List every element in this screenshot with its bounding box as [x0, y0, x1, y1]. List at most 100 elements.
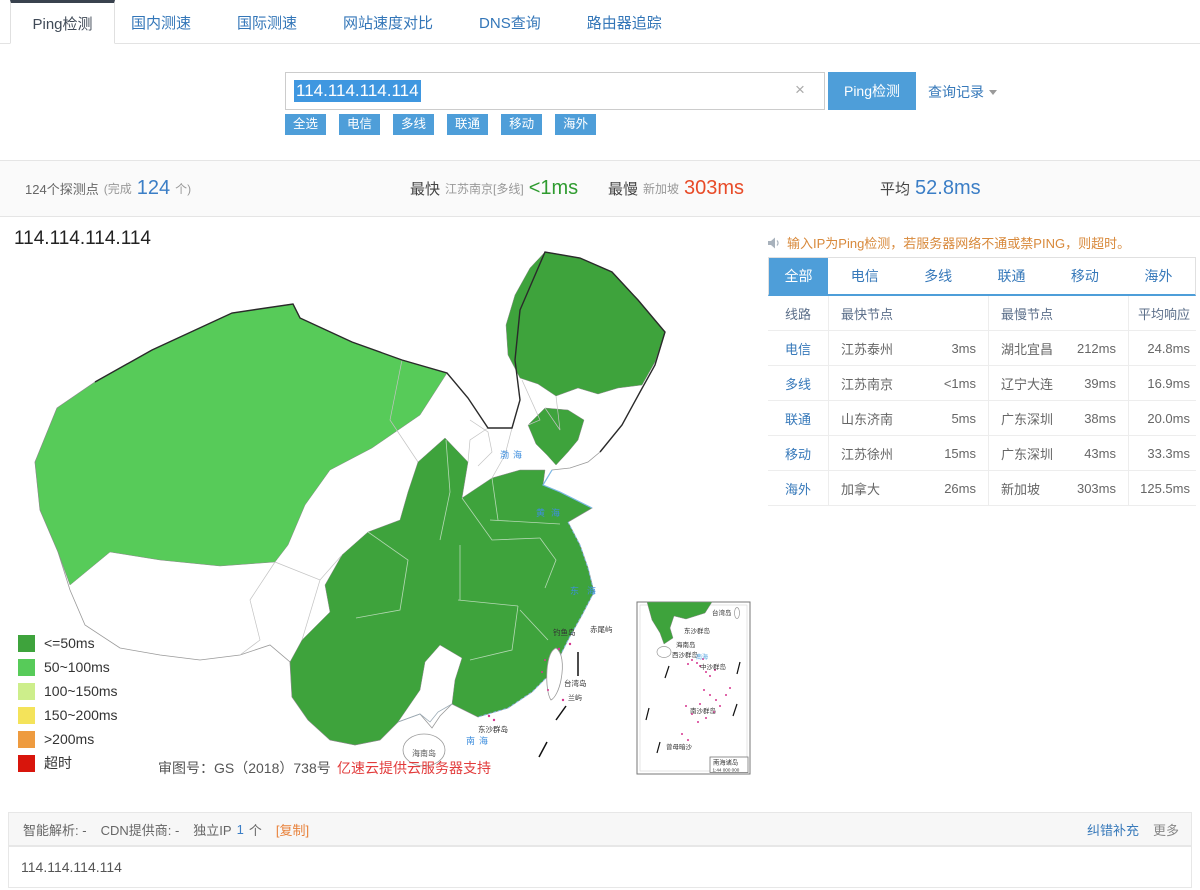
cell-slow-ms: 39ms: [1084, 375, 1116, 391]
top-tab-bar: Ping检测 国内测速 国际测速 网站速度对比 DNS查询 路由器追踪: [0, 0, 1200, 44]
table-header-row: 线路 最快节点 最慢节点 平均响应: [768, 296, 1196, 331]
fastest-node: 江苏南京[多线]: [445, 182, 524, 196]
cell-slow-node: 湖北宜昌: [1001, 341, 1054, 357]
inset-scale: 1:44 000 000: [713, 768, 740, 773]
legend-label: 150~200ms: [44, 707, 118, 723]
table-row: 多线 江苏南京 <1ms 辽宁大连 39ms 16.9ms: [768, 366, 1196, 401]
more-link[interactable]: 更多: [1153, 820, 1179, 839]
legend-swatch: [18, 658, 35, 676]
latency-legend: <=50ms 50~100ms 100~150ms 150~200ms >200…: [18, 631, 118, 775]
legend-swatch: [18, 706, 35, 724]
query-history-dropdown[interactable]: 查询记录: [928, 82, 997, 102]
tab-domestic-speed[interactable]: 国内测速: [131, 12, 191, 33]
table-row: 联通 山东济南 5ms 广东深圳 38ms 20.0ms: [768, 401, 1196, 436]
inset-label-hainan: 海南岛: [676, 640, 696, 649]
inset-label-zengmu: 曾母暗沙: [666, 742, 693, 751]
result-tab-mobile[interactable]: 移动: [1048, 258, 1121, 294]
ping-tool-page: Ping检测 国内测速 国际测速 网站速度对比 DNS查询 路由器追踪 114.…: [0, 0, 1200, 890]
filter-select-all[interactable]: 全选: [285, 114, 327, 135]
tab-international-speed[interactable]: 国际测速: [237, 12, 297, 33]
filter-overseas[interactable]: 海外: [555, 114, 597, 135]
region-heilongjiang: [505, 251, 666, 397]
done-prefix: (完成: [103, 182, 132, 196]
cell-slow-ms: 43ms: [1084, 445, 1116, 461]
legend-swatch: [18, 634, 35, 652]
resolved-ip-value: 114.114.114.114: [21, 859, 122, 875]
inset-label-xisha: 西沙群岛: [672, 650, 698, 659]
result-tab-unicom[interactable]: 联通: [975, 258, 1048, 294]
col-header-slowest-label: 最慢节点: [1001, 306, 1054, 322]
cell-line: 电信: [768, 331, 829, 365]
independent-ip-unit: 个: [248, 822, 262, 838]
speaker-icon: [768, 237, 779, 248]
result-tab-all[interactable]: 全部: [769, 258, 828, 294]
col-header-avg: 平均响应: [1137, 306, 1190, 322]
col-header-fastest: 最快节点: [829, 296, 989, 330]
cell-fast-ms: 26ms: [944, 480, 976, 496]
legend-swatch: [18, 730, 35, 748]
slowest-stat: 最慢 新加坡 303ms: [608, 161, 744, 216]
cell-fast-ms: 15ms: [944, 445, 976, 461]
smart-resolve-label: 智能解析: -: [23, 822, 87, 838]
tab-dns-query[interactable]: DNS查询: [479, 12, 541, 33]
label-lanyu: 兰屿: [568, 693, 582, 702]
legend-item: 超时: [18, 751, 118, 775]
summary-stats-bar: 124个探测点 (完成 124 个) 最快 江苏南京[多线] <1ms 最慢 新…: [0, 160, 1200, 217]
tab-ping-test-label: Ping检测: [32, 15, 93, 33]
legend-swatch: [18, 682, 35, 700]
top-tabs: 国内测速 国际测速 网站速度对比 DNS查询 路由器追踪: [131, 0, 662, 44]
map-sponsor-link[interactable]: 亿速云提供云服务器支持: [337, 758, 491, 778]
ping-test-button-label: Ping检测: [843, 83, 901, 99]
legend-label: 100~150ms: [44, 683, 118, 699]
cell-slow-node: 广东深圳: [1001, 446, 1054, 462]
cell-fast-node: 江苏南京: [841, 376, 894, 392]
filter-telecom[interactable]: 电信: [339, 114, 381, 135]
average-stat: 平均 52.8ms: [880, 161, 981, 216]
filter-multiline[interactable]: 多线: [393, 114, 435, 135]
cell-avg: 24.8ms: [1147, 340, 1190, 356]
legend-label: 50~100ms: [44, 659, 110, 675]
inset-label-taiwan: 台湾岛: [712, 608, 732, 617]
cell-slow-ms: 212ms: [1076, 340, 1116, 356]
ping-test-button[interactable]: Ping检测: [828, 72, 916, 110]
result-tab-telecom[interactable]: 电信: [828, 258, 901, 294]
filter-unicom[interactable]: 联通: [447, 114, 489, 135]
cell-fast-ms: 5ms: [951, 410, 976, 426]
fastest-label: 最快: [410, 181, 441, 198]
tab-site-speed-compare[interactable]: 网站速度对比: [343, 12, 433, 33]
correction-link[interactable]: 纠错补充: [1087, 820, 1139, 839]
copy-link[interactable]: [复制]: [276, 820, 309, 839]
query-history-label: 查询记录: [928, 84, 984, 100]
legend-item: 150~200ms: [18, 703, 118, 727]
ping-target-input[interactable]: 114.114.114.114: [285, 72, 825, 110]
resolve-info-bar: 智能解析: - CDN提供商: - 独立IP 1 个 [复制] 纠错补充 更多: [8, 812, 1192, 846]
caret-down-icon: [989, 89, 997, 95]
fastest-value: <1ms: [528, 177, 579, 199]
line-filter-chips: 全选 电信 多线 联通 移动 海外: [285, 114, 597, 135]
tab-ping-test[interactable]: Ping检测: [10, 0, 115, 44]
sea-label-southsea: 南海: [466, 735, 492, 746]
cell-avg: 33.3ms: [1147, 445, 1190, 461]
cell-fast-node: 加拿大: [841, 481, 881, 497]
legend-label: <=50ms: [44, 635, 95, 651]
clear-icon[interactable]: ×: [795, 80, 805, 100]
independent-ip-count: 1: [236, 821, 244, 837]
independent-ip-label: 独立IP: [193, 822, 232, 838]
cdn-provider-label: CDN提供商: -: [100, 822, 180, 838]
result-tab-overseas[interactable]: 海外: [1122, 258, 1195, 294]
cell-avg: 125.5ms: [1140, 480, 1190, 496]
cell-slow-ms: 303ms: [1076, 480, 1116, 496]
inset-label-dongsha: 东沙群岛: [684, 626, 710, 635]
result-tab-multiline[interactable]: 多线: [901, 258, 974, 294]
cell-slow-node: 辽宁大连: [1001, 376, 1054, 392]
cell-fast-ms: 3ms: [951, 340, 976, 356]
tab-route-trace[interactable]: 路由器追踪: [587, 12, 662, 33]
fastest-stat: 最快 江苏南京[多线] <1ms: [410, 161, 578, 216]
cell-line: 多线: [768, 366, 829, 400]
filter-mobile[interactable]: 移动: [501, 114, 543, 135]
inset-sea-label-1: 南海: [696, 653, 708, 661]
col-header-fastest-label: 最快节点: [841, 306, 894, 322]
ping-tip: 输入IP为Ping检测，若服务器网络不通或禁PING，则超时。: [768, 233, 1130, 252]
legend-swatch: [18, 754, 35, 772]
legend-item: >200ms: [18, 727, 118, 751]
